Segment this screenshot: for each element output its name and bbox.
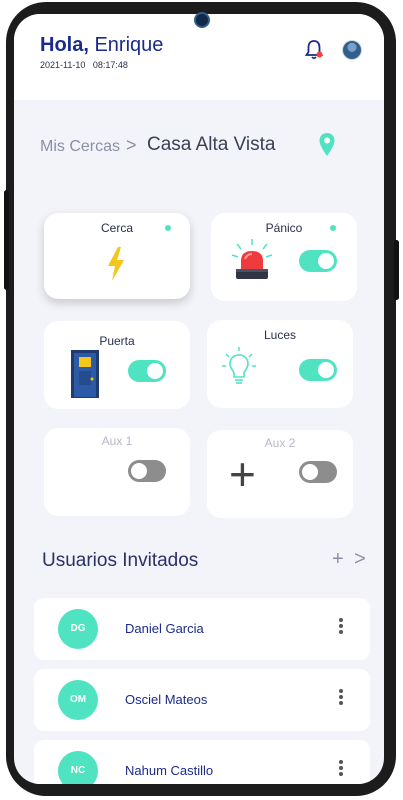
device-card-aux1[interactable]: Aux 1 (44, 428, 190, 516)
device-label-puerta: Puerta (99, 334, 135, 348)
section-title-guests: Usuarios Invitados (42, 550, 199, 571)
bell-icon[interactable] (302, 38, 326, 62)
list-item[interactable]: OM Osciel Mateos (34, 669, 370, 731)
breadcrumb-current: Casa Alta Vista (147, 134, 276, 155)
more-vertical-icon[interactable] (334, 616, 348, 642)
siren-icon (231, 239, 273, 279)
phone-side-button (4, 190, 9, 290)
datetime: 2021-11-10 08:17:48 (40, 60, 128, 70)
front-camera (194, 12, 210, 28)
toggle-puerta[interactable] (128, 360, 166, 382)
list-item[interactable]: NC Nahum Castillo (34, 740, 370, 784)
app-screen: Hola, Enrique 2021-11-10 08:17:48 Mis Ce… (14, 14, 384, 784)
avatar: OM (58, 680, 98, 720)
user-name: Daniel Garcia (125, 621, 204, 636)
door-icon (71, 350, 99, 398)
avatar[interactable] (342, 40, 362, 60)
device-card-panico[interactable]: Pánico (211, 213, 357, 301)
device-card-aux2[interactable]: Aux 2 + (207, 430, 353, 518)
device-label-luces: Luces (263, 328, 297, 342)
device-card-luces[interactable]: Luces (207, 320, 353, 408)
greeting-label: Hola, (40, 34, 89, 56)
date-text: 2021-11-10 (40, 60, 86, 70)
device-label-aux1: Aux 1 (101, 434, 133, 448)
chevron-right-icon[interactable]: > (354, 548, 366, 571)
avatar: DG (58, 609, 98, 649)
status-dot-panico (330, 225, 336, 231)
location-pin-icon[interactable] (318, 132, 336, 158)
phone-power-button (394, 240, 399, 300)
breadcrumb-separator: > (126, 135, 137, 155)
add-guest-button[interactable]: + (332, 548, 344, 571)
device-card-puerta[interactable]: Puerta (44, 321, 190, 409)
more-vertical-icon[interactable] (334, 758, 348, 784)
user-name: Nahum Castillo (125, 763, 214, 778)
avatar: NC (58, 751, 98, 784)
user-name: Osciel Mateos (125, 692, 208, 707)
toggle-panico[interactable] (299, 250, 337, 272)
toggle-aux1[interactable] (128, 460, 166, 482)
toggle-luces[interactable] (299, 359, 337, 381)
status-dot-cerca (165, 225, 171, 231)
greeting: Hola, Enrique (40, 34, 163, 57)
lightbulb-icon (222, 347, 256, 384)
lightning-icon (108, 247, 124, 281)
breadcrumb-parent[interactable]: Mis Cercas (40, 138, 120, 156)
user-name: Enrique (94, 34, 164, 56)
more-vertical-icon[interactable] (334, 687, 348, 713)
time-text: 08:17:48 (92, 60, 128, 70)
toggle-aux2[interactable] (299, 461, 337, 483)
plus-icon[interactable]: + (229, 446, 256, 502)
list-item[interactable]: DG Daniel Garcia (34, 598, 370, 660)
device-card-cerca[interactable]: Cerca (44, 213, 190, 299)
